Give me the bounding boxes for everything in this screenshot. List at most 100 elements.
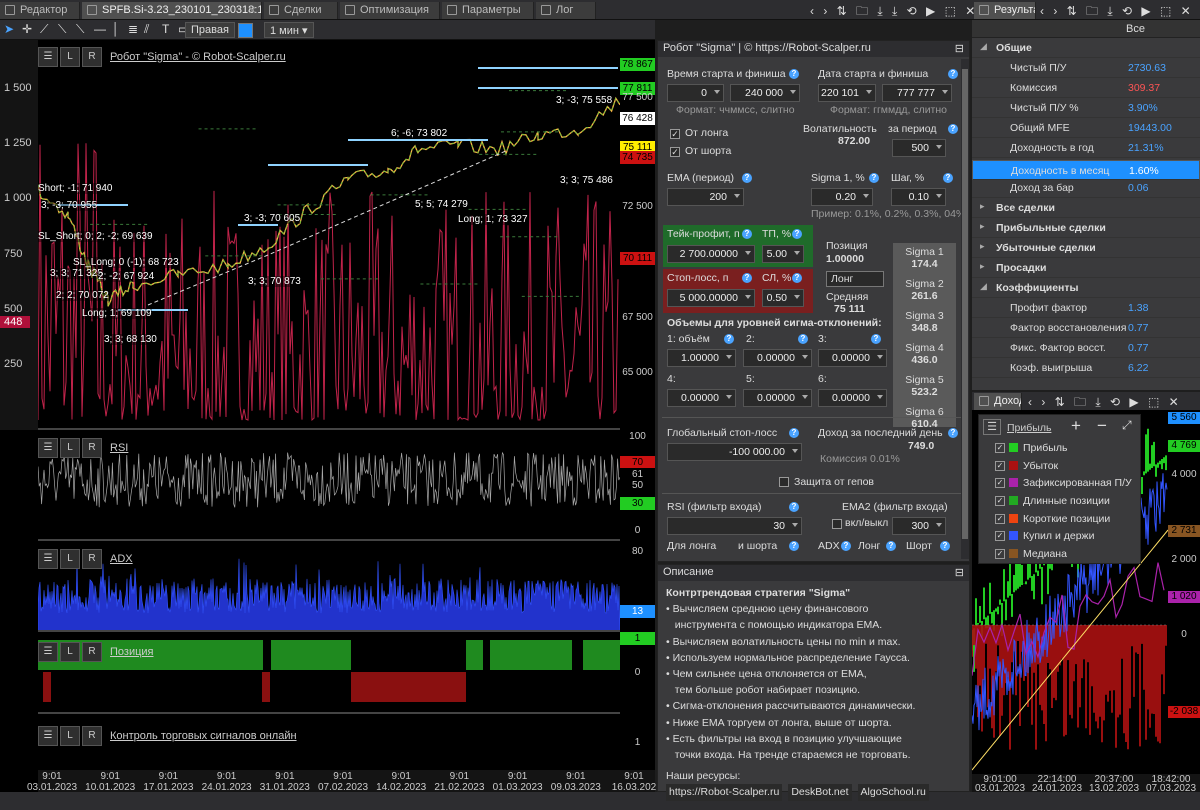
menu-icon[interactable]: ☰	[38, 549, 58, 569]
link-deskbot[interactable]: DeskBot.net	[788, 784, 852, 801]
rsi-pane[interactable]: ☰ L R RSI	[38, 428, 620, 538]
collapse-icon[interactable]: ◢	[980, 41, 987, 52]
stop-loss-pct-input[interactable]: 0.50	[762, 289, 804, 307]
help-icon[interactable]: ?	[789, 541, 799, 551]
volume5-input[interactable]: 0.00000	[743, 389, 812, 407]
log-scale-button[interactable]: L	[60, 47, 80, 67]
tab-optimization[interactable]: Оптимизация	[340, 2, 440, 19]
help-icon[interactable]: ?	[943, 173, 953, 183]
from-short-checkbox[interactable]: ✓	[670, 147, 680, 157]
log-scale-button[interactable]: L	[60, 726, 80, 746]
legend-item[interactable]: ✓ Зафиксированная П/У	[979, 474, 1140, 492]
channel-icon[interactable]: ⫽	[144, 22, 149, 37]
menu-icon[interactable]: ☰	[38, 726, 58, 746]
legend-item[interactable]: ✓ Короткие позиции	[979, 510, 1140, 528]
fit-icon[interactable]: ⤢	[1122, 418, 1132, 433]
horizontal-line-icon[interactable]: —	[94, 22, 106, 36]
tab-chart[interactable]: SPFB.Si-3.23_230101_230318:1M ✕	[82, 2, 262, 19]
menu-icon[interactable]: ☰	[38, 438, 58, 458]
position-pane[interactable]: ☰ L R Позиция	[38, 630, 620, 712]
volume2-input[interactable]: 0.00000	[743, 349, 812, 367]
time-start-input[interactable]: 0	[667, 84, 724, 102]
legend-item[interactable]: ✓ Длинные позиции	[979, 492, 1140, 510]
tab-deals[interactable]: Сделки	[264, 2, 338, 19]
volume6-input[interactable]: 0.00000	[818, 389, 887, 407]
expand-icon[interactable]: ▸	[980, 201, 985, 212]
reset-button[interactable]: R	[82, 642, 102, 662]
results-section[interactable]: ▸ Все сделки	[972, 198, 1200, 218]
ema2-toggle-checkbox[interactable]	[832, 519, 842, 529]
from-long-checkbox[interactable]: ✓	[670, 129, 680, 139]
link-algoschool[interactable]: AlgoSchool.ru	[857, 784, 929, 801]
rsi-filter-input[interactable]: 30	[667, 517, 802, 535]
results-section[interactable]: ▸ Убыточные сделки	[972, 238, 1200, 258]
tab-editor[interactable]: Редактор	[0, 2, 80, 19]
signal-control-pane[interactable]: ☰ L R Контроль торговых сигналов онлайн	[38, 712, 620, 770]
extended-line-icon[interactable]: ⟍	[76, 22, 84, 37]
legend-checkbox[interactable]: ✓	[995, 513, 1005, 524]
rsi-title[interactable]: RSI	[110, 442, 128, 454]
help-icon[interactable]: ?	[792, 273, 802, 283]
stop-loss-input[interactable]: 5 000.00000	[667, 289, 755, 307]
help-icon[interactable]: ?	[798, 334, 808, 344]
results-row[interactable]: Доходность в месяц 1.60%	[972, 160, 1200, 180]
time-finish-input[interactable]: 240 000	[730, 84, 800, 102]
legend-checkbox[interactable]: ✓	[995, 531, 1005, 542]
tab-parameters[interactable]: Параметры	[442, 2, 534, 19]
menu-icon[interactable]: ☰	[38, 47, 58, 67]
date-finish-input[interactable]: 777 777	[882, 84, 952, 102]
results-row[interactable]: Коэф. выигрыша 6.22	[972, 358, 1200, 378]
help-icon[interactable]: ?	[742, 173, 752, 183]
help-icon[interactable]: ?	[789, 428, 799, 438]
adx-title[interactable]: ADX	[110, 553, 133, 565]
expand-icon[interactable]: ▸	[980, 241, 985, 252]
results-section[interactable]: ◢ Коэффициенты	[972, 278, 1200, 298]
results-row[interactable]: Комиссия 309.37	[972, 78, 1200, 98]
pin-icon[interactable]: ⊟	[955, 566, 964, 579]
help-icon[interactable]: ?	[742, 229, 752, 239]
help-icon[interactable]: ?	[789, 69, 799, 79]
tab-results[interactable]: Результат	[974, 2, 1036, 19]
results-section[interactable]: ▸ Прибыльные сделки	[972, 218, 1200, 238]
sigma1-input[interactable]: 0.20	[811, 188, 873, 206]
link-robot-scalper[interactable]: https://Robot-Scalper.ru	[666, 784, 783, 801]
results-row[interactable]: Доход за бар 0.06	[972, 178, 1200, 198]
robot-title[interactable]: Робот "Sigma" - © Robot-Scalper.ru	[110, 51, 286, 63]
window-controls[interactable]: ‹ › ⇅ 🗀 ⤓ ⤓ ⟲ ▶ ⬚ ✕	[810, 2, 978, 18]
zoom-in-icon[interactable]: +	[1071, 416, 1081, 436]
timeframe-select[interactable]: 1 мин ▾	[264, 22, 314, 38]
tab-log[interactable]: Лог	[536, 2, 596, 19]
reset-button[interactable]: R	[82, 47, 102, 67]
expand-icon[interactable]: ▸	[980, 261, 985, 272]
global-stop-loss-input[interactable]: -100 000.00	[667, 443, 802, 461]
reset-button[interactable]: R	[82, 726, 102, 746]
help-icon[interactable]: ?	[789, 502, 799, 512]
take-profit-pct-input[interactable]: 5.00	[762, 245, 804, 263]
pin-icon[interactable]: ⊟	[955, 42, 964, 55]
reset-button[interactable]: R	[82, 549, 102, 569]
zoom-out-icon[interactable]: −	[1097, 416, 1107, 436]
reset-button[interactable]: R	[82, 438, 102, 458]
results-section[interactable]: ◢ Общие	[972, 38, 1200, 58]
help-icon[interactable]: ?	[948, 124, 958, 134]
help-icon[interactable]: ?	[869, 173, 879, 183]
fibonacci-icon[interactable]: ≣	[128, 22, 138, 36]
ema-period-input[interactable]: 200	[667, 188, 744, 206]
volume4-input[interactable]: 0.00000	[667, 389, 736, 407]
volatility-period-input[interactable]: 500	[892, 139, 946, 157]
scale-select[interactable]: Правая ▾	[185, 22, 235, 49]
log-scale-button[interactable]: L	[60, 642, 80, 662]
legend-item[interactable]: ✓ Медиана	[979, 545, 1140, 563]
legend-checkbox[interactable]: ✓	[995, 443, 1005, 453]
take-profit-input[interactable]: 2 700.00000	[667, 245, 755, 263]
color-swatch[interactable]	[238, 23, 253, 38]
date-start-input[interactable]: 220 101	[818, 84, 876, 102]
help-icon[interactable]: ?	[841, 541, 851, 551]
close-icon[interactable]: ✕	[248, 4, 257, 17]
step-input[interactable]: 0.10	[891, 188, 946, 206]
line-tool-icon[interactable]: ⟋	[40, 22, 48, 37]
log-scale-button[interactable]: L	[60, 549, 80, 569]
menu-icon[interactable]: ☰	[983, 419, 1001, 435]
results-row[interactable]: Чистый П/У 2730.63	[972, 58, 1200, 78]
help-icon[interactable]: ?	[742, 273, 752, 283]
